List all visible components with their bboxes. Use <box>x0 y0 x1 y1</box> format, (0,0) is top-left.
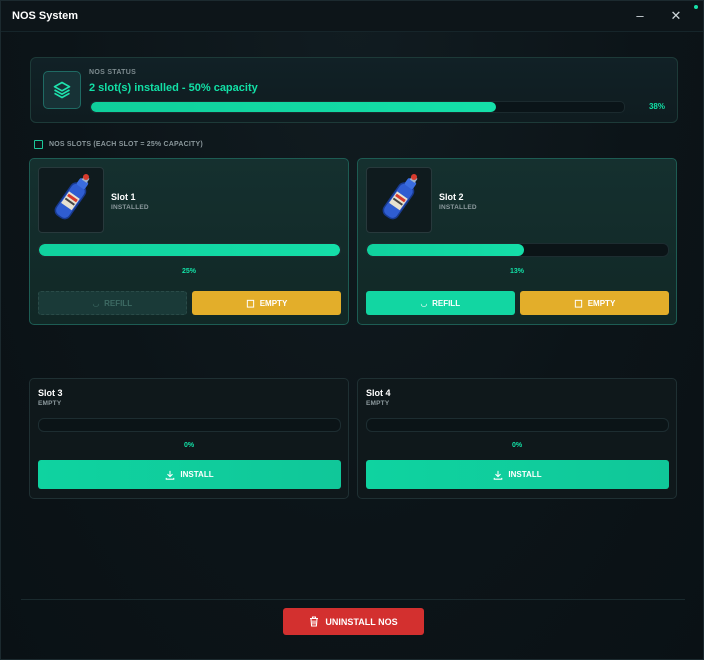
slot-card-3: Slot 3 EMPTY 0% INSTALL <box>29 378 349 499</box>
close-button[interactable]: ✕ <box>667 7 685 25</box>
layers-icon <box>43 71 81 109</box>
uninstall-label: UNINSTALL NOS <box>325 616 398 627</box>
status-dot-icon <box>694 5 698 9</box>
slot-state: INSTALLED <box>111 204 149 211</box>
slot-progress-bar <box>366 418 669 432</box>
refill-icon: ◡ <box>420 298 428 308</box>
status-value: 2 slot(s) installed - 50% capacity <box>89 82 258 94</box>
install-label: INSTALL <box>180 470 214 479</box>
uninstall-nos-button[interactable]: UNINSTALL NOS <box>283 608 424 635</box>
footer-divider <box>21 599 685 600</box>
slot-progress-bar <box>38 243 341 257</box>
empty-button[interactable]: EMPTY <box>520 291 669 315</box>
slot-name: Slot 1 <box>111 192 136 202</box>
window-title: NOS System <box>12 10 79 22</box>
slot-progress-fill <box>39 244 340 256</box>
title-bar: NOS System – ✕ <box>1 1 703 32</box>
slot-percent: 25% <box>181 268 196 275</box>
empty-label: EMPTY <box>587 298 616 308</box>
slot-percent: 0% <box>511 442 523 449</box>
slot-state: INSTALLED <box>439 204 477 211</box>
trash-icon <box>246 299 254 308</box>
empty-button[interactable]: EMPTY <box>192 291 341 315</box>
slot-card-1: Slot 1 INSTALLED 25% ◡ REFILL EMPTY <box>29 158 349 325</box>
refill-label: REFILL <box>432 298 461 308</box>
refill-button[interactable]: ◡ REFILL <box>366 291 515 315</box>
slot-percent: 13% <box>509 268 524 275</box>
download-icon <box>166 470 175 480</box>
refill-label: REFILL <box>104 298 133 308</box>
status-progress-fill <box>91 102 497 112</box>
section-title: NOS SLOTS (EACH SLOT = 25% CAPACITY) <box>49 140 203 148</box>
empty-label: EMPTY <box>259 298 288 308</box>
status-percent: 38% <box>648 102 665 111</box>
status-label: NOS STATUS <box>89 69 137 76</box>
slot-card-4: Slot 4 EMPTY 0% INSTALL <box>357 378 677 499</box>
nos-window: NOS System – ✕ NOS STATUS 2 slot(s) inst… <box>0 0 704 660</box>
status-progress-bar <box>90 101 625 113</box>
slot-name: Slot 2 <box>439 192 464 202</box>
slot-state: EMPTY <box>366 400 390 407</box>
slot-progress-fill <box>367 244 524 256</box>
nos-status-panel: NOS STATUS 2 slot(s) installed - 50% cap… <box>30 57 678 123</box>
install-button[interactable]: INSTALL <box>366 460 669 489</box>
slot-card-2: Slot 2 INSTALLED 13% ◡ REFILL EMPTY <box>357 158 677 325</box>
slot-percent: 0% <box>183 442 195 449</box>
slots-section-header: NOS SLOTS (EACH SLOT = 25% CAPACITY) <box>34 138 203 150</box>
trash-icon <box>310 616 319 627</box>
section-square-icon <box>34 139 43 149</box>
slot-progress-bar <box>366 243 669 257</box>
install-label: INSTALL <box>508 470 542 479</box>
minimize-button[interactable]: – <box>631 7 649 25</box>
slot-name: Slot 4 <box>366 388 391 398</box>
refill-icon: ◡ <box>92 298 100 308</box>
nos-bottle-icon <box>38 167 104 233</box>
trash-icon <box>574 299 582 308</box>
refill-button[interactable]: ◡ REFILL <box>38 291 187 315</box>
slot-state: EMPTY <box>38 400 62 407</box>
install-button[interactable]: INSTALL <box>38 460 341 489</box>
download-icon <box>494 470 503 480</box>
slot-name: Slot 3 <box>38 388 63 398</box>
slot-progress-bar <box>38 418 341 432</box>
nos-bottle-icon <box>366 167 432 233</box>
